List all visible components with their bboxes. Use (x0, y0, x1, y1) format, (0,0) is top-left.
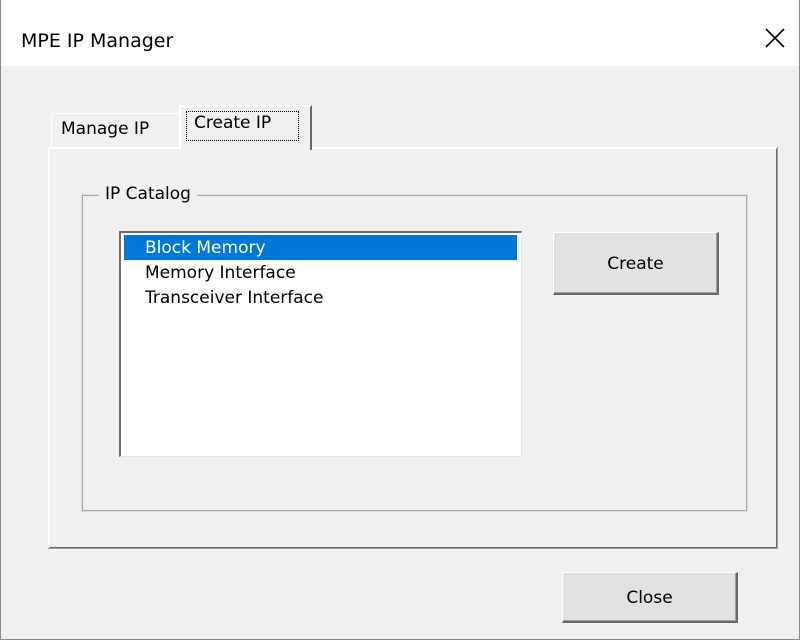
create-button-label: Create (607, 254, 664, 274)
ip-catalog-list[interactable]: Block Memory Memory Interface Transceive… (119, 231, 522, 457)
tab-create-ip-label: Create IP (194, 113, 272, 133)
list-item-label: Memory Interface (145, 263, 296, 283)
list-item-transceiver-interface[interactable]: Transceiver Interface (124, 285, 517, 310)
ip-catalog-label: IP Catalog (99, 184, 197, 204)
list-item-label: Transceiver Interface (145, 288, 324, 308)
tab-focus-rect: Create IP (186, 111, 299, 141)
close-button[interactable]: Close (562, 572, 738, 623)
tab-manage-ip-label: Manage IP (61, 119, 150, 139)
close-button-label: Close (626, 588, 673, 608)
window-title: MPE IP Manager (21, 30, 174, 52)
list-item-label: Block Memory (145, 238, 266, 258)
tab-manage-ip[interactable]: Manage IP (51, 113, 182, 149)
create-button[interactable]: Create (553, 232, 719, 295)
list-item-memory-interface[interactable]: Memory Interface (124, 260, 517, 285)
dialog-window: MPE IP Manager Manage IP Create IP IP Ca… (0, 0, 800, 640)
tab-create-ip[interactable]: Create IP (179, 105, 312, 150)
list-item-block-memory[interactable]: Block Memory (124, 235, 517, 260)
title-bar: MPE IP Manager (1, 0, 799, 66)
close-icon[interactable] (755, 18, 795, 58)
